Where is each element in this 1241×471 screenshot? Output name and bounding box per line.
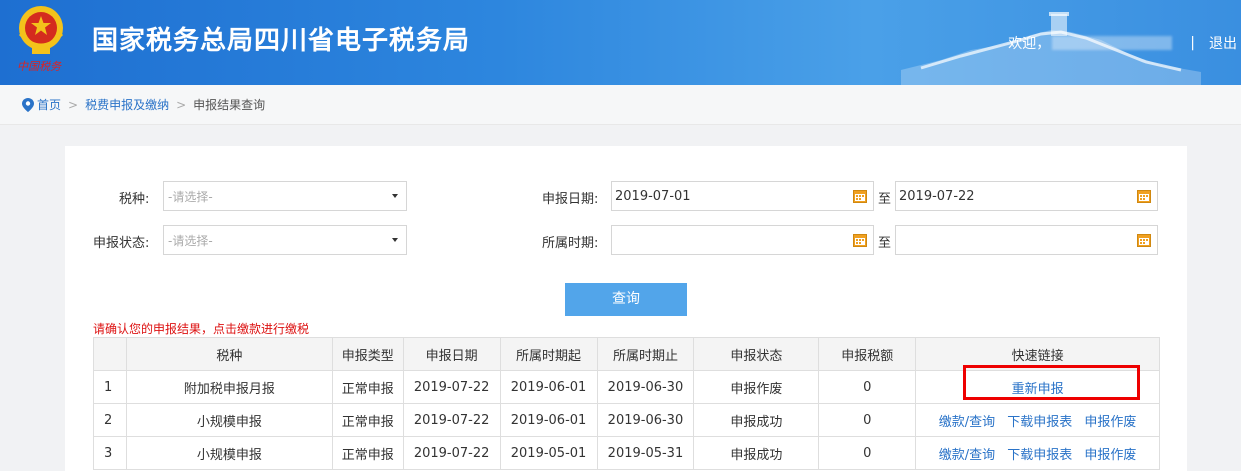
- chevron-down-icon: [392, 238, 398, 242]
- period-to-input[interactable]: [895, 225, 1158, 255]
- notice-text: 请确认您的申报结果，点击缴款进行缴税: [93, 322, 310, 336]
- pay-query-link[interactable]: 缴款/查询: [939, 448, 995, 463]
- location-pin-icon: [22, 97, 34, 112]
- void-declaration-link[interactable]: 申报作废: [1084, 415, 1136, 430]
- col-header-tax: 税种: [125, 337, 333, 371]
- col-header-status: 申报状态: [693, 337, 820, 371]
- calendar-icon[interactable]: [1137, 189, 1151, 203]
- row-tax: 小规模申报: [125, 436, 333, 470]
- decl-date-label: 申报日期:: [542, 192, 599, 207]
- row-status: 申报成功: [693, 403, 820, 437]
- pay-query-link[interactable]: 缴款/查询: [939, 415, 995, 430]
- col-header-type: 申报类型: [331, 337, 404, 371]
- row-links: 缴款/查询 下载申报表 申报作废: [915, 436, 1160, 470]
- download-form-link[interactable]: 下载申报表: [1007, 448, 1072, 463]
- results-table: 税种 申报类型 申报日期 所属时期起 所属时期止 申报状态 申报税额 快速链接 …: [93, 337, 1160, 470]
- logout-link[interactable]: 退出: [1209, 33, 1237, 53]
- download-form-link[interactable]: 下载申报表: [1007, 415, 1072, 430]
- table-row: 3 小规模申报 正常申报 2019-07-22 2019-05-01 2019-…: [93, 436, 1160, 470]
- void-declaration-link[interactable]: 申报作废: [1084, 448, 1136, 463]
- row-index: 3: [93, 436, 127, 470]
- col-header-index: [93, 337, 127, 371]
- decl-date-to-value: 2019-07-22: [899, 188, 975, 204]
- row-period-end: 2019-06-30: [596, 370, 695, 404]
- breadcrumb: 首页 > 税费申报及缴纳 > 申报结果查询: [0, 85, 1241, 125]
- row-links: 缴款/查询 下载申报表 申报作废: [915, 403, 1160, 437]
- redeclare-link[interactable]: 重新申报: [1012, 382, 1064, 397]
- row-type: 正常申报: [331, 370, 404, 404]
- col-header-links: 快速链接: [915, 337, 1160, 371]
- header-separator: |: [1190, 35, 1195, 51]
- breadcrumb-separator: >: [68, 97, 79, 112]
- status-placeholder: -请选择-: [168, 233, 213, 248]
- row-links: 重新申报: [915, 370, 1160, 404]
- row-date: 2019-07-22: [402, 436, 501, 470]
- tax-emblem-icon: [18, 6, 64, 54]
- row-tax: 附加税申报月报: [125, 370, 333, 404]
- table-row: 1 附加税申报月报 正常申报 2019-07-22 2019-06-01 201…: [93, 370, 1160, 404]
- row-period-end: 2019-05-31: [596, 436, 695, 470]
- decl-date-from-value: 2019-07-01: [615, 188, 691, 204]
- calendar-icon[interactable]: [853, 233, 867, 247]
- row-date: 2019-07-22: [402, 403, 501, 437]
- row-period-start: 2019-06-01: [499, 370, 598, 404]
- tax-type-placeholder: -请选择-: [168, 189, 213, 204]
- top-header: 中国税务 国家税务总局四川省电子税务局 欢迎， | 退出: [0, 0, 1241, 85]
- breadcrumb-tax-declaration[interactable]: 税费申报及缴纳: [85, 96, 169, 113]
- blurred-username: [1052, 36, 1173, 50]
- row-status: 申报作废: [693, 370, 820, 404]
- period-range-to-label: 至: [878, 236, 892, 251]
- tax-type-select[interactable]: -请选择-: [163, 181, 407, 211]
- row-amount: 0: [818, 370, 917, 404]
- col-header-amount: 申报税额: [818, 337, 917, 371]
- query-button[interactable]: 查询: [565, 283, 687, 316]
- row-period-end: 2019-06-30: [596, 403, 695, 437]
- site-title: 国家税务总局四川省电子税务局: [92, 26, 471, 56]
- row-period-start: 2019-05-01: [499, 436, 598, 470]
- breadcrumb-separator: >: [176, 97, 187, 112]
- calendar-icon[interactable]: [853, 189, 867, 203]
- row-type: 正常申报: [331, 436, 404, 470]
- breadcrumb-home[interactable]: 首页: [37, 96, 61, 113]
- tax-type-label: 税种:: [119, 192, 150, 207]
- row-index: 1: [93, 370, 127, 404]
- decl-date-from-input[interactable]: 2019-07-01: [611, 181, 874, 211]
- period-from-input[interactable]: [611, 225, 874, 255]
- date-range-to-label: 至: [878, 192, 892, 207]
- period-label: 所属时期:: [542, 236, 599, 251]
- welcome-text: 欢迎，: [1008, 36, 1051, 52]
- row-type: 正常申报: [331, 403, 404, 437]
- row-tax: 小规模申报: [125, 403, 333, 437]
- calendar-icon[interactable]: [1137, 233, 1151, 247]
- row-index: 2: [93, 403, 127, 437]
- col-header-period-end: 所属时期止: [596, 337, 695, 371]
- breadcrumb-current: 申报结果查询: [193, 98, 266, 112]
- user-area: 欢迎， | 退出: [1008, 32, 1241, 54]
- emblem-caption: 中国税务: [17, 60, 61, 73]
- row-status: 申报成功: [693, 436, 820, 470]
- status-label: 申报状态:: [93, 236, 150, 251]
- row-date: 2019-07-22: [402, 370, 501, 404]
- decl-date-to-input[interactable]: 2019-07-22: [895, 181, 1158, 211]
- table-row: 2 小规模申报 正常申报 2019-07-22 2019-06-01 2019-…: [93, 403, 1160, 437]
- row-amount: 0: [818, 436, 917, 470]
- row-amount: 0: [818, 403, 917, 437]
- status-select[interactable]: -请选择-: [163, 225, 407, 255]
- row-period-start: 2019-06-01: [499, 403, 598, 437]
- table-header-row: 税种 申报类型 申报日期 所属时期起 所属时期止 申报状态 申报税额 快速链接: [93, 337, 1160, 371]
- col-header-period-start: 所属时期起: [499, 337, 598, 371]
- col-header-date: 申报日期: [402, 337, 501, 371]
- chevron-down-icon: [392, 194, 398, 198]
